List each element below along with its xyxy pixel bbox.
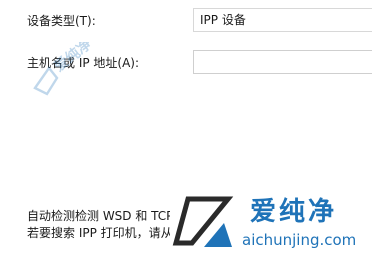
brand-logo-icon [172,196,234,247]
brand-name-cn: 爱纯净 [250,197,338,227]
description-line-2: 若要搜索 IPP 打印机，请从下 [27,226,185,240]
watermark-logo: 爱纯净 aichunjing.com [170,193,372,253]
hostname-input[interactable] [193,50,372,74]
device-type-value: IPP 设备 [200,13,246,27]
device-type-select[interactable]: IPP 设备 [193,8,372,32]
device-type-label: 设备类型(T): [27,14,96,28]
brand-url: aichunjing.com [242,231,357,249]
hostname-label: 主机名或 IP 地址(A): [27,56,140,70]
description-line-1: 自动检测检测 WSD 和 TCP/I [27,209,181,223]
watermark-left: 爱纯净 [33,42,95,96]
